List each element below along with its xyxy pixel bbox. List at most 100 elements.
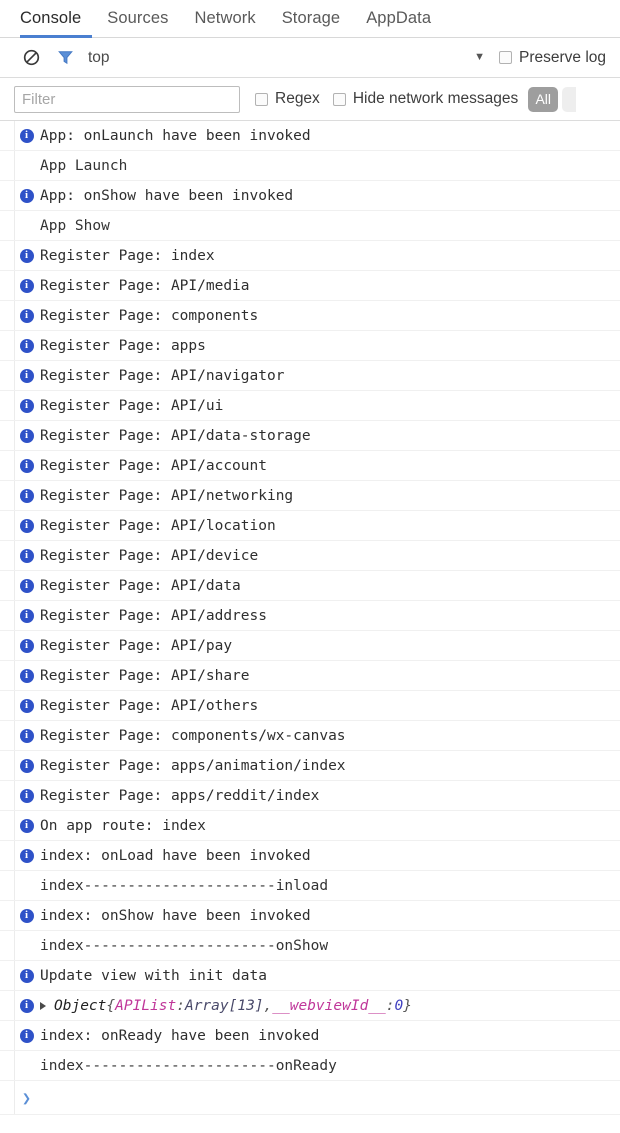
info-icon: i	[19, 368, 34, 383]
console-message-row[interactable]: i Register Page: API/data-storage	[0, 421, 620, 451]
console-message-row[interactable]: i index: onReady have been invoked	[0, 1021, 620, 1051]
tab-console[interactable]: Console	[18, 0, 94, 38]
console-object-message[interactable]: i Object { APIList : Array[13] , __webvi…	[0, 991, 620, 1021]
message-gutter: i	[15, 128, 38, 143]
message-gutter: i	[15, 848, 38, 863]
info-icon: i	[19, 278, 34, 293]
console-message-row[interactable]: i Register Page: API/navigator	[0, 361, 620, 391]
message-gutter: i	[15, 1028, 38, 1043]
log-level-overflow-button[interactable]	[562, 86, 577, 112]
console-message-text: App: onShow have been invoked	[40, 187, 294, 204]
message-gutter: i	[15, 548, 38, 563]
info-icon: i	[19, 548, 34, 563]
console-message-row[interactable]: i index: onShow have been invoked	[0, 901, 620, 931]
console-message-row[interactable]: i Register Page: API/data	[0, 571, 620, 601]
regex-checkbox[interactable]: Regex	[255, 90, 320, 108]
console-message-text: Register Page: API/media	[40, 277, 250, 294]
console-message-text: index: onLoad have been invoked	[40, 847, 311, 864]
info-icon: i	[19, 848, 34, 863]
devtools-console-panel: Console Sources Network Storage AppData	[0, 0, 620, 1133]
console-message-row[interactable]: index----------------------onReady	[0, 1051, 620, 1081]
tab-appdata[interactable]: AppData	[353, 0, 444, 37]
info-icon: i	[19, 728, 34, 743]
console-message-text: Register Page: API/address	[40, 607, 267, 624]
console-message-text: Register Page: API/networking	[40, 487, 294, 504]
console-message-text: Register Page: API/others	[40, 697, 259, 714]
info-icon: i	[19, 308, 34, 323]
disclosure-triangle-icon[interactable]	[40, 1001, 46, 1010]
console-message-text: Register Page: components/wx-canvas	[40, 727, 346, 744]
console-message-row[interactable]: i Register Page: components	[0, 301, 620, 331]
funnel-filter-icon[interactable]	[52, 45, 78, 71]
info-icon: i	[19, 608, 34, 623]
console-toolbar: top ▼ Preserve log	[0, 38, 620, 78]
console-message-row[interactable]: i index: onLoad have been invoked	[0, 841, 620, 871]
console-message-row[interactable]: i Register Page: API/ui	[0, 391, 620, 421]
console-message-row[interactable]: index----------------------onShow	[0, 931, 620, 961]
console-message-row[interactable]: i Register Page: API/account	[0, 451, 620, 481]
info-icon: i	[19, 458, 34, 473]
info-icon: i	[19, 398, 34, 413]
console-message-text: Update view with init data	[40, 967, 267, 984]
console-message-text: Register Page: API/ui	[40, 397, 224, 414]
regex-label: Regex	[275, 90, 320, 107]
clear-console-icon[interactable]	[18, 45, 44, 71]
tab-sources[interactable]: Sources	[94, 0, 181, 37]
console-message-row[interactable]: i Register Page: API/address	[0, 601, 620, 631]
console-message-text: App: onLaunch have been invoked	[40, 127, 311, 144]
devtools-tabbar: Console Sources Network Storage AppData	[0, 0, 620, 38]
execution-context-select[interactable]: top ▼	[88, 49, 491, 67]
console-message-row[interactable]: i On app route: index	[0, 811, 620, 841]
console-message-text: index----------------------onShow	[40, 937, 329, 954]
console-message-row[interactable]: i Register Page: API/media	[0, 271, 620, 301]
console-message-row[interactable]: i Register Page: API/networking	[0, 481, 620, 511]
console-message-text: On app route: index	[40, 817, 206, 834]
preserve-log-checkbox-box	[498, 51, 512, 64]
log-level-all-button[interactable]: All	[528, 86, 559, 112]
console-message-row[interactable]: i Update view with init data	[0, 961, 620, 991]
object-open-brace: {	[106, 997, 116, 1014]
info-icon: i	[19, 1028, 34, 1043]
info-icon: i	[19, 248, 34, 263]
console-message-row[interactable]: i Register Page: index	[0, 241, 620, 271]
tab-storage[interactable]: Storage	[269, 0, 354, 37]
console-message-row[interactable]: i App: onLaunch have been invoked	[0, 121, 620, 151]
console-message-row[interactable]: i Register Page: API/pay	[0, 631, 620, 661]
console-message-row[interactable]: i App: onShow have been invoked	[0, 181, 620, 211]
console-message-text: Register Page: API/device	[40, 547, 259, 564]
message-gutter: i	[15, 458, 38, 473]
console-filterbar: Regex Hide network messages All	[0, 78, 620, 121]
console-message-row[interactable]: i Register Page: API/device	[0, 541, 620, 571]
message-gutter: i	[15, 488, 38, 503]
object-key-apilist: APIList	[115, 997, 177, 1014]
info-icon: i	[19, 788, 34, 803]
console-message-text: Register Page: API/location	[40, 517, 276, 534]
console-message-text: index: onShow have been invoked	[40, 907, 311, 924]
tab-network[interactable]: Network	[181, 0, 268, 37]
console-message-row[interactable]: i Register Page: API/others	[0, 691, 620, 721]
message-gutter: i	[15, 998, 38, 1013]
console-message-row[interactable]: i Register Page: components/wx-canvas	[0, 721, 620, 751]
tab-sources-label: Sources	[107, 9, 169, 27]
console-message-row[interactable]: i Register Page: apps/animation/index	[0, 751, 620, 781]
message-gutter: i	[15, 818, 38, 833]
message-gutter: i	[15, 188, 38, 203]
preserve-log-checkbox[interactable]: Preserve log	[498, 49, 606, 67]
message-gutter: i	[15, 578, 38, 593]
console-message-row[interactable]: i Register Page: apps/reddit/index	[0, 781, 620, 811]
console-message-row[interactable]: i Register Page: API/share	[0, 661, 620, 691]
console-message-row[interactable]: App Launch	[0, 151, 620, 181]
filter-input[interactable]	[14, 85, 240, 113]
console-message-list[interactable]: i App: onLaunch have been invoked App Laun…	[0, 121, 620, 1133]
console-message-row[interactable]: i Register Page: API/location	[0, 511, 620, 541]
tab-console-label: Console	[20, 9, 82, 27]
execution-context-label: top	[88, 48, 110, 66]
console-message-row[interactable]: i Register Page: apps	[0, 331, 620, 361]
tab-appdata-label: AppData	[366, 9, 432, 27]
hide-network-messages-checkbox[interactable]: Hide network messages	[332, 90, 518, 108]
console-prompt-row[interactable]: ❯	[0, 1081, 620, 1115]
console-message-row[interactable]: index----------------------inload	[0, 871, 620, 901]
console-message-text: Register Page: components	[40, 307, 259, 324]
console-message-row[interactable]: App Show	[0, 211, 620, 241]
console-object-text: Object { APIList : Array[13] , __webview…	[38, 998, 412, 1014]
